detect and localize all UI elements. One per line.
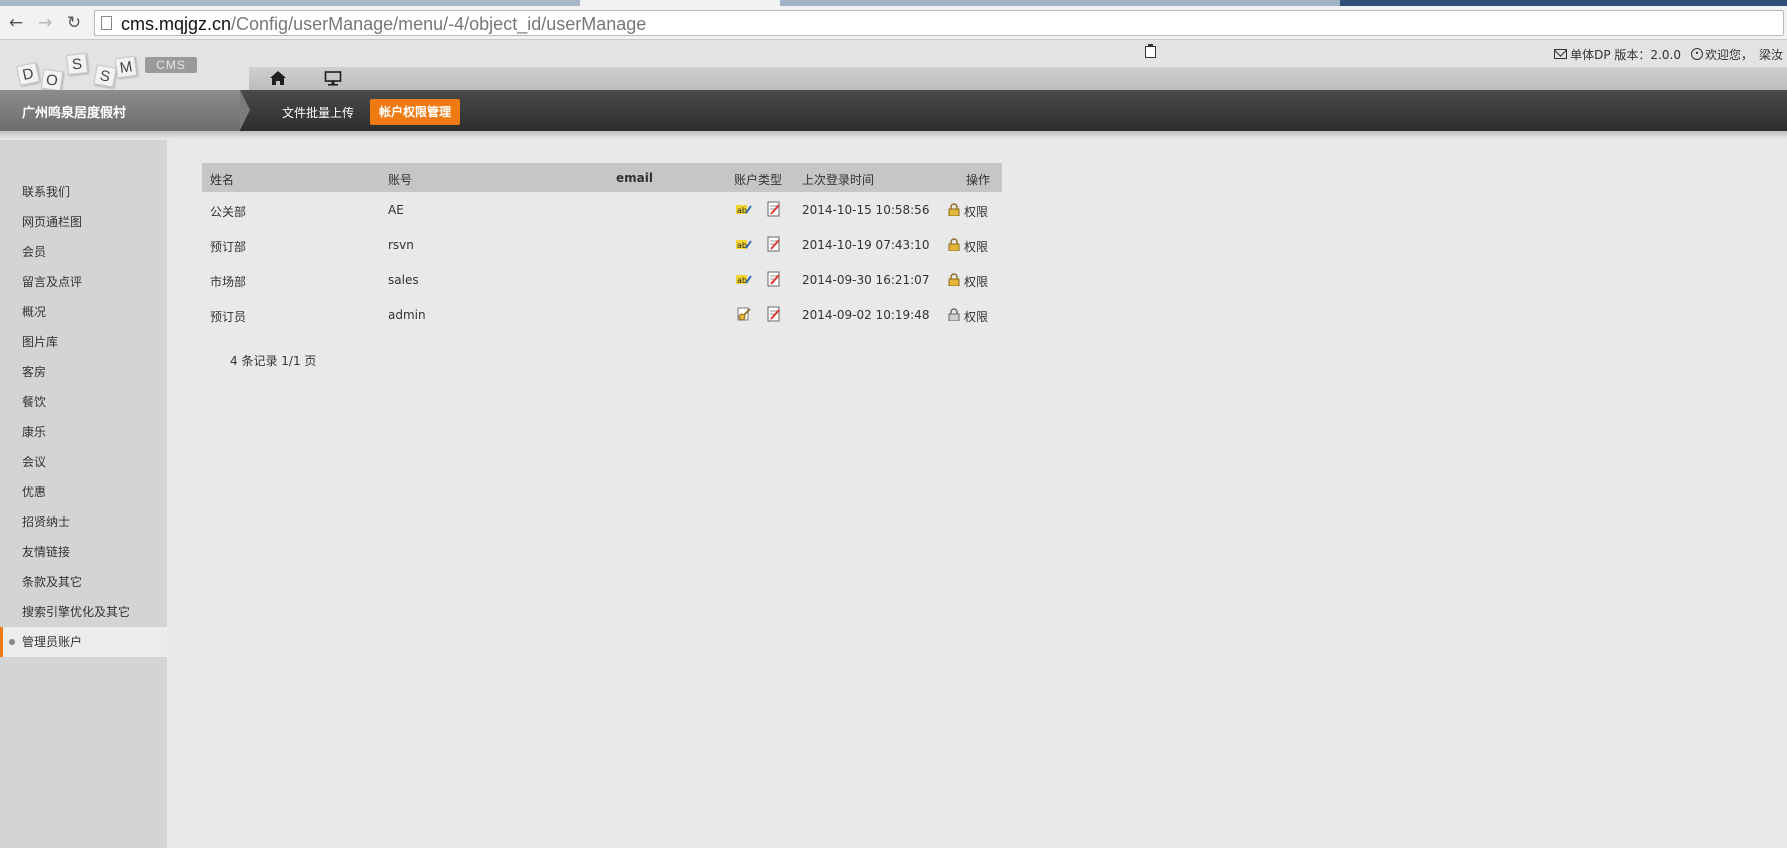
sidebar-item-banner[interactable]: 网页通栏图 xyxy=(0,207,167,237)
logo-letter: M xyxy=(114,55,138,79)
col-name[interactable]: 姓名 xyxy=(210,171,234,188)
quick-icon-bar xyxy=(249,67,1787,90)
edit-doc-icon[interactable] xyxy=(766,271,782,287)
cell-last-login: 2014-10-15 10:58:56 xyxy=(802,203,930,217)
address-bar[interactable]: cms.mqjgz.cn/Config/userManage/menu/-4/o… xyxy=(94,10,1784,36)
table-row: 市场部 sales ab 2014-09-30 16:21:07 权限 xyxy=(202,262,1002,297)
reload-icon[interactable]: ↻ xyxy=(64,13,84,33)
edit-doc-icon[interactable] xyxy=(766,236,782,252)
url-text[interactable]: cms.mqjgz.cn/Config/userManage/menu/-4/o… xyxy=(121,14,646,35)
version-text: 单体DP 版本：2.0.0 xyxy=(1570,47,1681,62)
cell-name: 预订员 xyxy=(210,310,247,324)
permission-link[interactable]: 权限 xyxy=(964,273,988,290)
sidebar-item-meetings[interactable]: 会议 xyxy=(0,447,167,477)
url-path: /Config/userManage/menu/-4/object_id/use… xyxy=(231,14,647,34)
col-last-login[interactable]: 上次登录时间 xyxy=(802,171,874,188)
cell-account: rsvn xyxy=(388,238,414,252)
table-row: 预订员 admin 2014-09-02 10:19:48 权限 xyxy=(202,297,1002,332)
table-row: 预订部 rsvn ab 2014-10-19 07:43:10 权限 xyxy=(202,227,1002,262)
permission-link[interactable]: 权限 xyxy=(964,238,988,255)
cell-last-login: 2014-09-30 16:21:07 xyxy=(802,273,930,287)
clipboard-icon[interactable] xyxy=(1145,44,1156,58)
monitor-icon[interactable] xyxy=(324,71,342,86)
sidebar-item-terms[interactable]: 条款及其它 xyxy=(0,567,167,597)
edit-text-icon[interactable]: ab xyxy=(736,271,752,287)
active-dot-icon xyxy=(9,639,15,645)
cell-account: AE xyxy=(388,203,404,217)
sidebar-item-admin-accounts[interactable]: 管理员账户 xyxy=(0,627,167,657)
page-icon xyxy=(101,16,112,30)
col-type[interactable]: 账户类型 xyxy=(734,171,782,188)
sidebar-item-rooms[interactable]: 客房 xyxy=(0,357,167,387)
forward-arrow-icon[interactable]: → xyxy=(35,13,55,33)
edit-doc-icon[interactable] xyxy=(766,201,782,217)
cell-name: 市场部 xyxy=(210,275,247,289)
lock-icon[interactable] xyxy=(948,238,960,251)
col-account[interactable]: 账号 xyxy=(388,171,412,188)
sidebar-item-offers[interactable]: 优惠 xyxy=(0,477,167,507)
sidebar-item-label: 管理员账户 xyxy=(22,635,83,649)
lock-icon[interactable] xyxy=(948,203,960,216)
back-arrow-icon[interactable]: ← xyxy=(6,13,26,33)
sidebar-item-overview[interactable]: 概况 xyxy=(0,297,167,327)
welcome-text: 欢迎您， xyxy=(1704,47,1753,62)
sidebar-item-links[interactable]: 友情链接 xyxy=(0,537,167,567)
cms-badge: CMS xyxy=(145,57,197,73)
menu-file-upload[interactable]: 文件批量上传 xyxy=(282,104,354,121)
svg-text:ab: ab xyxy=(737,206,747,215)
edit-text-icon[interactable]: ab xyxy=(736,236,752,252)
lock-icon[interactable] xyxy=(948,273,960,286)
cell-last-login: 2014-09-02 10:19:48 xyxy=(802,308,930,322)
browser-navbar: ← → ↻ cms.mqjgz.cn/Config/userManage/men… xyxy=(0,6,1787,40)
sidebar-item-gallery[interactable]: 图片库 xyxy=(0,327,167,357)
logo-letter: S xyxy=(66,53,88,75)
cell-name: 公关部 xyxy=(210,205,247,219)
permission-link[interactable]: 权限 xyxy=(964,308,988,325)
sidebar-item-dining[interactable]: 餐饮 xyxy=(0,387,167,417)
top-right-info: 单体DP 版本：2.0.0 • 欢迎您， 梁汝 xyxy=(1554,46,1783,62)
smile-icon: • xyxy=(1690,48,1703,60)
unlock-icon[interactable] xyxy=(948,308,960,321)
cell-name: 预订部 xyxy=(210,240,247,254)
cell-account: sales xyxy=(388,273,419,287)
cell-account: admin xyxy=(388,308,426,322)
cell-last-login: 2014-10-19 07:43:10 xyxy=(802,238,930,252)
table-row: 公关部 AE ab 2014-10-15 10:58:56 权限 xyxy=(202,192,1002,227)
admin-key-icon[interactable] xyxy=(736,306,752,322)
svg-text:ab: ab xyxy=(737,276,747,285)
logo-letter: S xyxy=(93,64,117,88)
table-header: 姓名 账号 email 账户类型 上次登录时间 操作 xyxy=(202,163,1002,192)
home-icon[interactable] xyxy=(269,70,287,86)
site-title-box: 广州鸣泉居度假村 xyxy=(0,90,250,131)
col-email[interactable]: email xyxy=(616,171,653,185)
logo-letter: O xyxy=(40,68,64,92)
sidebar-item-seo[interactable]: 搜索引擎优化及其它 xyxy=(0,597,167,627)
sidebar-item-recreation[interactable]: 康乐 xyxy=(0,417,167,447)
sidebar-item-contact[interactable]: 联系我们 xyxy=(0,177,167,207)
user-name[interactable]: 梁汝 xyxy=(1759,46,1783,63)
pagination-info: 4 条记录 1/1 页 xyxy=(230,354,317,368)
permission-link[interactable]: 权限 xyxy=(964,203,988,220)
url-host: cms.mqjgz.cn xyxy=(121,14,232,34)
menu-account-permission[interactable]: 帐户权限管理 xyxy=(370,99,461,125)
header-shadow xyxy=(0,131,1787,138)
sidebar-item-members[interactable]: 会员 xyxy=(0,237,167,267)
svg-text:ab: ab xyxy=(737,241,747,250)
site-title[interactable]: 广州鸣泉居度假村 xyxy=(22,102,126,121)
sidebar: 联系我们 网页通栏图 会员 留言及点评 概况 图片库 客房 餐饮 康乐 会议 优… xyxy=(0,140,167,848)
edit-doc-icon[interactable] xyxy=(766,306,782,322)
sidebar-item-reviews[interactable]: 留言及点评 xyxy=(0,267,167,297)
edit-text-icon[interactable]: ab xyxy=(736,201,752,217)
sidebar-item-careers[interactable]: 招贤纳士 xyxy=(0,507,167,537)
logo-letter: D xyxy=(16,62,40,86)
col-action: 操作 xyxy=(966,173,991,187)
mail-icon[interactable] xyxy=(1554,49,1568,59)
main-menu-bar xyxy=(0,90,1787,131)
